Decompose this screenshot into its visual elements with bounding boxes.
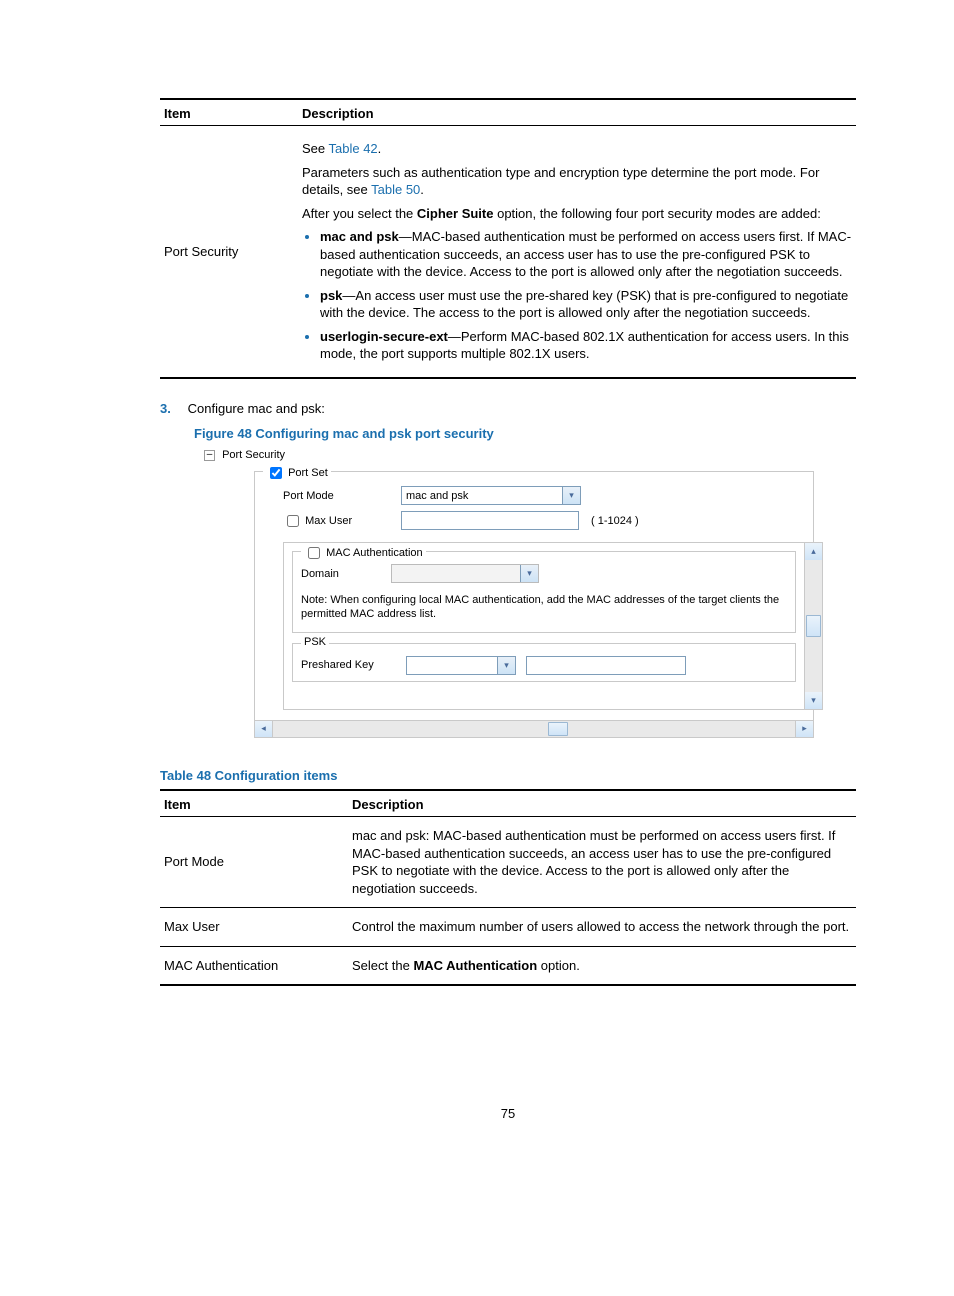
table-caption: Table 48 Configuration items — [160, 768, 856, 783]
vscroll-thumb[interactable] — [806, 615, 821, 637]
figure-48: – Port Security Port Set Port Mode mac a… — [204, 449, 844, 738]
td-desc: See Table 42. Parameters such as authent… — [298, 126, 856, 379]
table-48: Item Description Port Mode mac and psk: … — [160, 789, 856, 986]
table-port-security: Item Description Port Security See Table… — [160, 98, 856, 379]
select-port-mode[interactable]: mac and psk ▾ — [401, 486, 581, 505]
max-user-text: Max User — [305, 514, 352, 526]
step-num: 3. — [160, 401, 184, 416]
r2-item: Max User — [160, 908, 348, 947]
b2-text: —An access user must use the pre-shared … — [320, 288, 848, 321]
th2-item: Item — [160, 790, 348, 817]
table-row: Port Mode mac and psk: MAC-based authent… — [160, 817, 856, 908]
note-mac-auth: Note: When configuring local MAC authent… — [301, 593, 787, 622]
label-max-user: Max User — [265, 512, 393, 530]
scroll-pane: MAC Authentication Domain ▾ Note: When c… — [283, 542, 823, 710]
bullet-2: psk—An access user must use the pre-shar… — [320, 287, 852, 322]
port-mode-value: mac and psk — [406, 490, 468, 502]
b2-bold: psk — [320, 288, 342, 303]
b3-bold: userlogin-secure-ext — [320, 329, 448, 344]
checkbox-port-set[interactable] — [270, 467, 282, 479]
mac-auth-text: MAC Authentication — [326, 547, 423, 559]
input-max-user[interactable] — [401, 511, 579, 530]
r3-desc: Select the MAC Authentication option. — [348, 946, 856, 985]
range-max-user: ( 1-1024 ) — [591, 515, 639, 527]
input-preshared-key[interactable] — [526, 656, 686, 675]
r3-pre: Select the — [352, 958, 413, 973]
legend-port-set: Port Set — [263, 464, 331, 482]
r1-item: Port Mode — [160, 817, 348, 908]
step-text: Configure mac and psk: — [188, 401, 325, 416]
bullet-3: userlogin-secure-ext—Perform MAC-based 8… — [320, 328, 852, 363]
chevron-down-icon: ▾ — [520, 565, 538, 582]
tree-label-text: Port Security — [222, 449, 285, 461]
legend-port-set-label: Port Set — [288, 467, 328, 479]
period1: . — [378, 141, 382, 156]
r2-desc: Control the maximum number of users allo… — [348, 908, 856, 947]
legend-psk: PSK — [301, 636, 329, 648]
figure-caption: Figure 48 Configuring mac and psk port s… — [194, 426, 856, 441]
see-text: See — [302, 141, 329, 156]
period2: . — [420, 182, 424, 197]
label-preshared-key: Preshared Key — [301, 659, 396, 671]
p2-bold: Cipher Suite — [417, 206, 494, 221]
step-3: 3. Configure mac and psk: — [160, 401, 856, 416]
th-desc: Description — [298, 99, 856, 126]
horizontal-scrollbar[interactable]: ◂ ▸ — [254, 721, 814, 738]
link-table-42[interactable]: Table 42 — [329, 141, 378, 156]
r3-post: option. — [537, 958, 580, 973]
scroll-down-icon[interactable]: ▾ — [805, 692, 822, 709]
label-port-mode: Port Mode — [265, 490, 393, 502]
td-item: Port Security — [160, 126, 298, 379]
link-table-50[interactable]: Table 50 — [371, 182, 420, 197]
label-domain: Domain — [301, 568, 381, 580]
fieldset-mac-auth: MAC Authentication Domain ▾ Note: When c… — [292, 551, 796, 633]
r1-desc: mac and psk: MAC-based authentication mu… — [348, 817, 856, 908]
fieldset-port-set: Port Set Port Mode mac and psk ▾ Max Use… — [254, 471, 814, 721]
table-row: MAC Authentication Select the MAC Authen… — [160, 946, 856, 985]
page-number: 75 — [160, 1106, 856, 1121]
r3-item: MAC Authentication — [160, 946, 348, 985]
select-domain[interactable]: ▾ — [391, 564, 539, 583]
chevron-down-icon: ▾ — [497, 657, 515, 674]
scroll-up-icon[interactable]: ▴ — [805, 543, 822, 560]
scroll-left-icon[interactable]: ◂ — [255, 721, 273, 737]
hscroll-thumb[interactable] — [548, 722, 568, 736]
p2-pre: After you select the — [302, 206, 417, 221]
select-preshared-key-type[interactable]: ▾ — [406, 656, 516, 675]
chevron-down-icon: ▾ — [562, 487, 580, 504]
b1-bold: mac and psk — [320, 229, 399, 244]
th-item: Item — [160, 99, 298, 126]
r3-bold: MAC Authentication — [413, 958, 537, 973]
scroll-right-icon[interactable]: ▸ — [795, 721, 813, 737]
fieldset-psk: PSK Preshared Key ▾ — [292, 643, 796, 682]
tree-root: – Port Security — [204, 449, 844, 461]
b1-text: —MAC-based authentication must be perfor… — [320, 229, 851, 279]
th2-desc: Description — [348, 790, 856, 817]
vertical-scrollbar[interactable]: ▴ ▾ — [804, 543, 822, 709]
collapse-icon[interactable]: – — [204, 450, 215, 461]
table-row: Max User Control the maximum number of u… — [160, 908, 856, 947]
checkbox-mac-auth[interactable] — [308, 547, 320, 559]
p2-post: option, the following four port security… — [493, 206, 820, 221]
legend-mac-auth: MAC Authentication — [301, 544, 426, 562]
bullet-1: mac and psk—MAC-based authentication mus… — [320, 228, 852, 281]
checkbox-max-user[interactable] — [287, 515, 299, 527]
